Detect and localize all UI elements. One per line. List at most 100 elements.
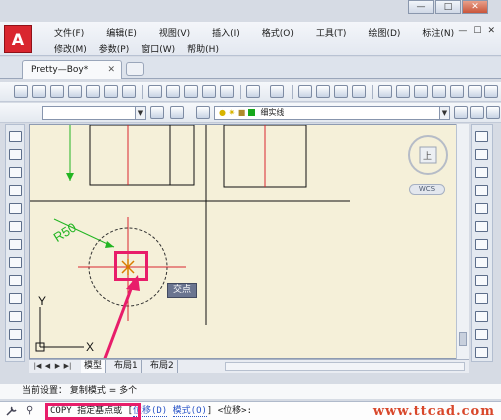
minimize-window-button[interactable]: — (408, 0, 434, 14)
save-icon[interactable] (50, 85, 64, 98)
stretch-icon[interactable] (475, 275, 488, 286)
undo-icon[interactable] (246, 85, 260, 98)
arc-icon[interactable] (9, 221, 22, 232)
command-line[interactable]: ⚲ COPY 指定基点或 [位移(D) 模式(O)] <位移>: www.ttc… (0, 401, 501, 420)
next-layout-button[interactable]: ▶ (53, 362, 62, 371)
layer-previous-icon[interactable] (470, 106, 484, 119)
print-preview-icon[interactable] (86, 85, 100, 98)
scale-icon[interactable] (475, 257, 488, 268)
toolbar-separator (240, 85, 241, 99)
tab-layout1[interactable]: 布局1 (111, 360, 142, 373)
ellipse-icon[interactable] (9, 293, 22, 304)
layer-combo[interactable]: ● ✷ ■ 细实线 ▼ (214, 106, 450, 120)
menu-draw[interactable]: 绘图(D) (362, 26, 406, 39)
menu-edit[interactable]: 编辑(E) (100, 26, 143, 39)
help-icon[interactable] (484, 85, 498, 98)
command-history-toggle-icon[interactable]: ⚲ (26, 405, 33, 416)
layer-properties-icon[interactable] (196, 106, 210, 119)
polyline-icon[interactable] (9, 167, 22, 178)
tool-palettes-icon[interactable] (414, 85, 428, 98)
menu-format[interactable]: 格式(O) (256, 26, 300, 39)
array-icon[interactable] (475, 203, 488, 214)
vertical-scrollbar[interactable] (456, 124, 469, 359)
copy-icon[interactable] (166, 85, 180, 98)
line-icon[interactable] (9, 131, 22, 142)
sheet-set-icon[interactable] (432, 85, 446, 98)
paste-icon[interactable] (184, 85, 198, 98)
publish-icon[interactable] (122, 85, 136, 98)
pan-icon[interactable] (298, 85, 312, 98)
construction-line-icon[interactable] (9, 149, 22, 160)
markup-icon[interactable] (450, 85, 464, 98)
style-extra-icon[interactable] (170, 106, 184, 119)
polygon-icon[interactable] (9, 185, 22, 196)
menu-dimension[interactable]: 标注(N) (416, 26, 460, 39)
menu-modify[interactable]: 修改(M) (48, 42, 93, 55)
wrench-icon[interactable] (6, 406, 18, 416)
app-logo-icon[interactable]: A (4, 25, 32, 53)
ellipse-arc-icon[interactable] (9, 311, 22, 322)
tab-model[interactable]: 模型 (81, 360, 107, 373)
document-tab[interactable]: Pretty—Boy* ✕ (22, 60, 122, 79)
make-block-icon[interactable] (9, 347, 22, 358)
erase-icon[interactable] (475, 131, 488, 142)
plot-icon[interactable] (104, 85, 118, 98)
circle-icon[interactable] (9, 239, 22, 250)
doc-minimize-button[interactable]: — (458, 26, 467, 36)
menu-insert[interactable]: 插入(I) (206, 26, 246, 39)
match-properties-icon[interactable] (202, 85, 216, 98)
menu-help[interactable]: 帮助(H) (181, 42, 225, 55)
toolbar-separator (372, 85, 373, 99)
layer-states-icon[interactable] (486, 106, 500, 119)
open-file-icon[interactable] (32, 85, 46, 98)
new-file-icon[interactable] (14, 85, 28, 98)
tab-layout2[interactable]: 布局2 (147, 360, 178, 373)
scrollbar-thumb[interactable] (459, 332, 467, 346)
properties-icon[interactable] (378, 85, 392, 98)
rectangle-icon[interactable] (9, 203, 22, 214)
style-settings-icon[interactable] (150, 106, 164, 119)
zoom-previous-icon[interactable] (352, 85, 366, 98)
first-layout-button[interactable]: |◀ (33, 362, 42, 371)
zoom-realtime-icon[interactable] (316, 85, 330, 98)
doc-close-button[interactable]: ✕ (487, 26, 495, 36)
cut-icon[interactable] (148, 85, 162, 98)
mirror-icon[interactable] (475, 167, 488, 178)
menu-tools[interactable]: 工具(T) (310, 26, 353, 39)
menu-window[interactable]: 窗口(W) (135, 42, 181, 55)
make-current-layer-icon[interactable] (454, 106, 468, 119)
previous-layout-button[interactable]: ◀ (43, 362, 52, 371)
layout-tab-bar: |◀ ◀ ▶ ▶| 模型 布局1 布局2 (29, 359, 469, 373)
copy-object-icon[interactable] (475, 149, 488, 160)
last-layout-button[interactable]: ▶| (63, 362, 72, 371)
doc-restore-button[interactable]: ☐ (473, 26, 481, 36)
style-combo[interactable]: ▼ (42, 106, 146, 120)
extend-icon[interactable] (475, 311, 488, 322)
calculator-icon[interactable] (468, 85, 482, 98)
menu-file[interactable]: 文件(F) (48, 26, 90, 39)
break-icon[interactable] (475, 329, 488, 340)
wcs-indicator[interactable]: WCS (409, 184, 445, 195)
design-center-icon[interactable] (396, 85, 410, 98)
move-icon[interactable] (475, 221, 488, 232)
fillet-icon[interactable] (475, 347, 488, 358)
menu-view[interactable]: 视图(V) (153, 26, 196, 39)
new-tab-button[interactable] (126, 62, 144, 76)
insert-block-icon[interactable] (9, 329, 22, 340)
zoom-window-icon[interactable] (334, 85, 348, 98)
close-window-button[interactable]: ✕ (462, 0, 488, 14)
block-editor-icon[interactable] (220, 85, 234, 98)
menu-parametric[interactable]: 参数(P) (93, 42, 135, 55)
redo-icon[interactable] (270, 85, 284, 98)
horizontal-scrollbar[interactable] (225, 362, 465, 371)
option-mode[interactable]: 模式(O) (172, 406, 207, 417)
revision-cloud-icon[interactable] (9, 257, 22, 268)
print-icon[interactable] (68, 85, 82, 98)
drawing-canvas[interactable]: R50 Y X 上 WCS 交点 (29, 124, 469, 359)
maximize-window-button[interactable]: □ (435, 0, 461, 14)
trim-icon[interactable] (475, 293, 488, 304)
offset-icon[interactable] (475, 185, 488, 196)
close-tab-icon[interactable]: ✕ (107, 65, 115, 75)
spline-icon[interactable] (9, 275, 22, 286)
rotate-icon[interactable] (475, 239, 488, 250)
